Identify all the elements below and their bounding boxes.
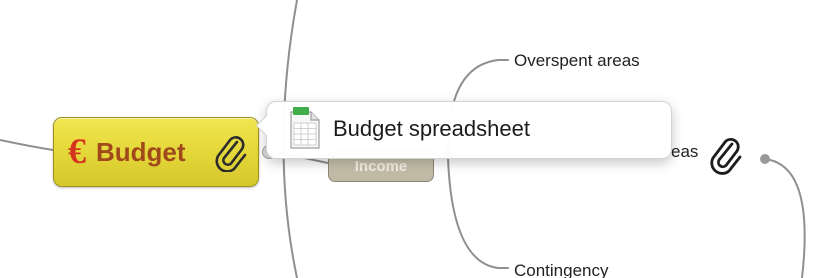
spreadsheet-icon [290,107,320,149]
connector-left-edge [0,139,54,151]
tooltip-text: Budget spreadsheet [333,116,530,141]
attachment-tooltip[interactable]: Budget spreadsheet [255,101,672,159]
topic-overspent-areas[interactable]: Overspent areas [514,51,640,71]
connector-right-branch [764,158,806,278]
subtopic-income-label: Income [354,158,408,175]
topic-contingency[interactable]: Contingency [514,261,609,278]
mind-map-canvas[interactable]: € Budget Income Overspent areas eas Cont… [0,0,815,278]
paperclip-icon[interactable] [214,134,248,172]
central-topic-label: Budget [96,136,186,167]
paperclip-icon[interactable] [708,137,744,175]
connector-contingency [447,157,509,269]
euro-icon: € [68,131,86,171]
topic-partially-hidden[interactable]: eas [671,142,698,162]
branch-dot-right [760,154,770,164]
